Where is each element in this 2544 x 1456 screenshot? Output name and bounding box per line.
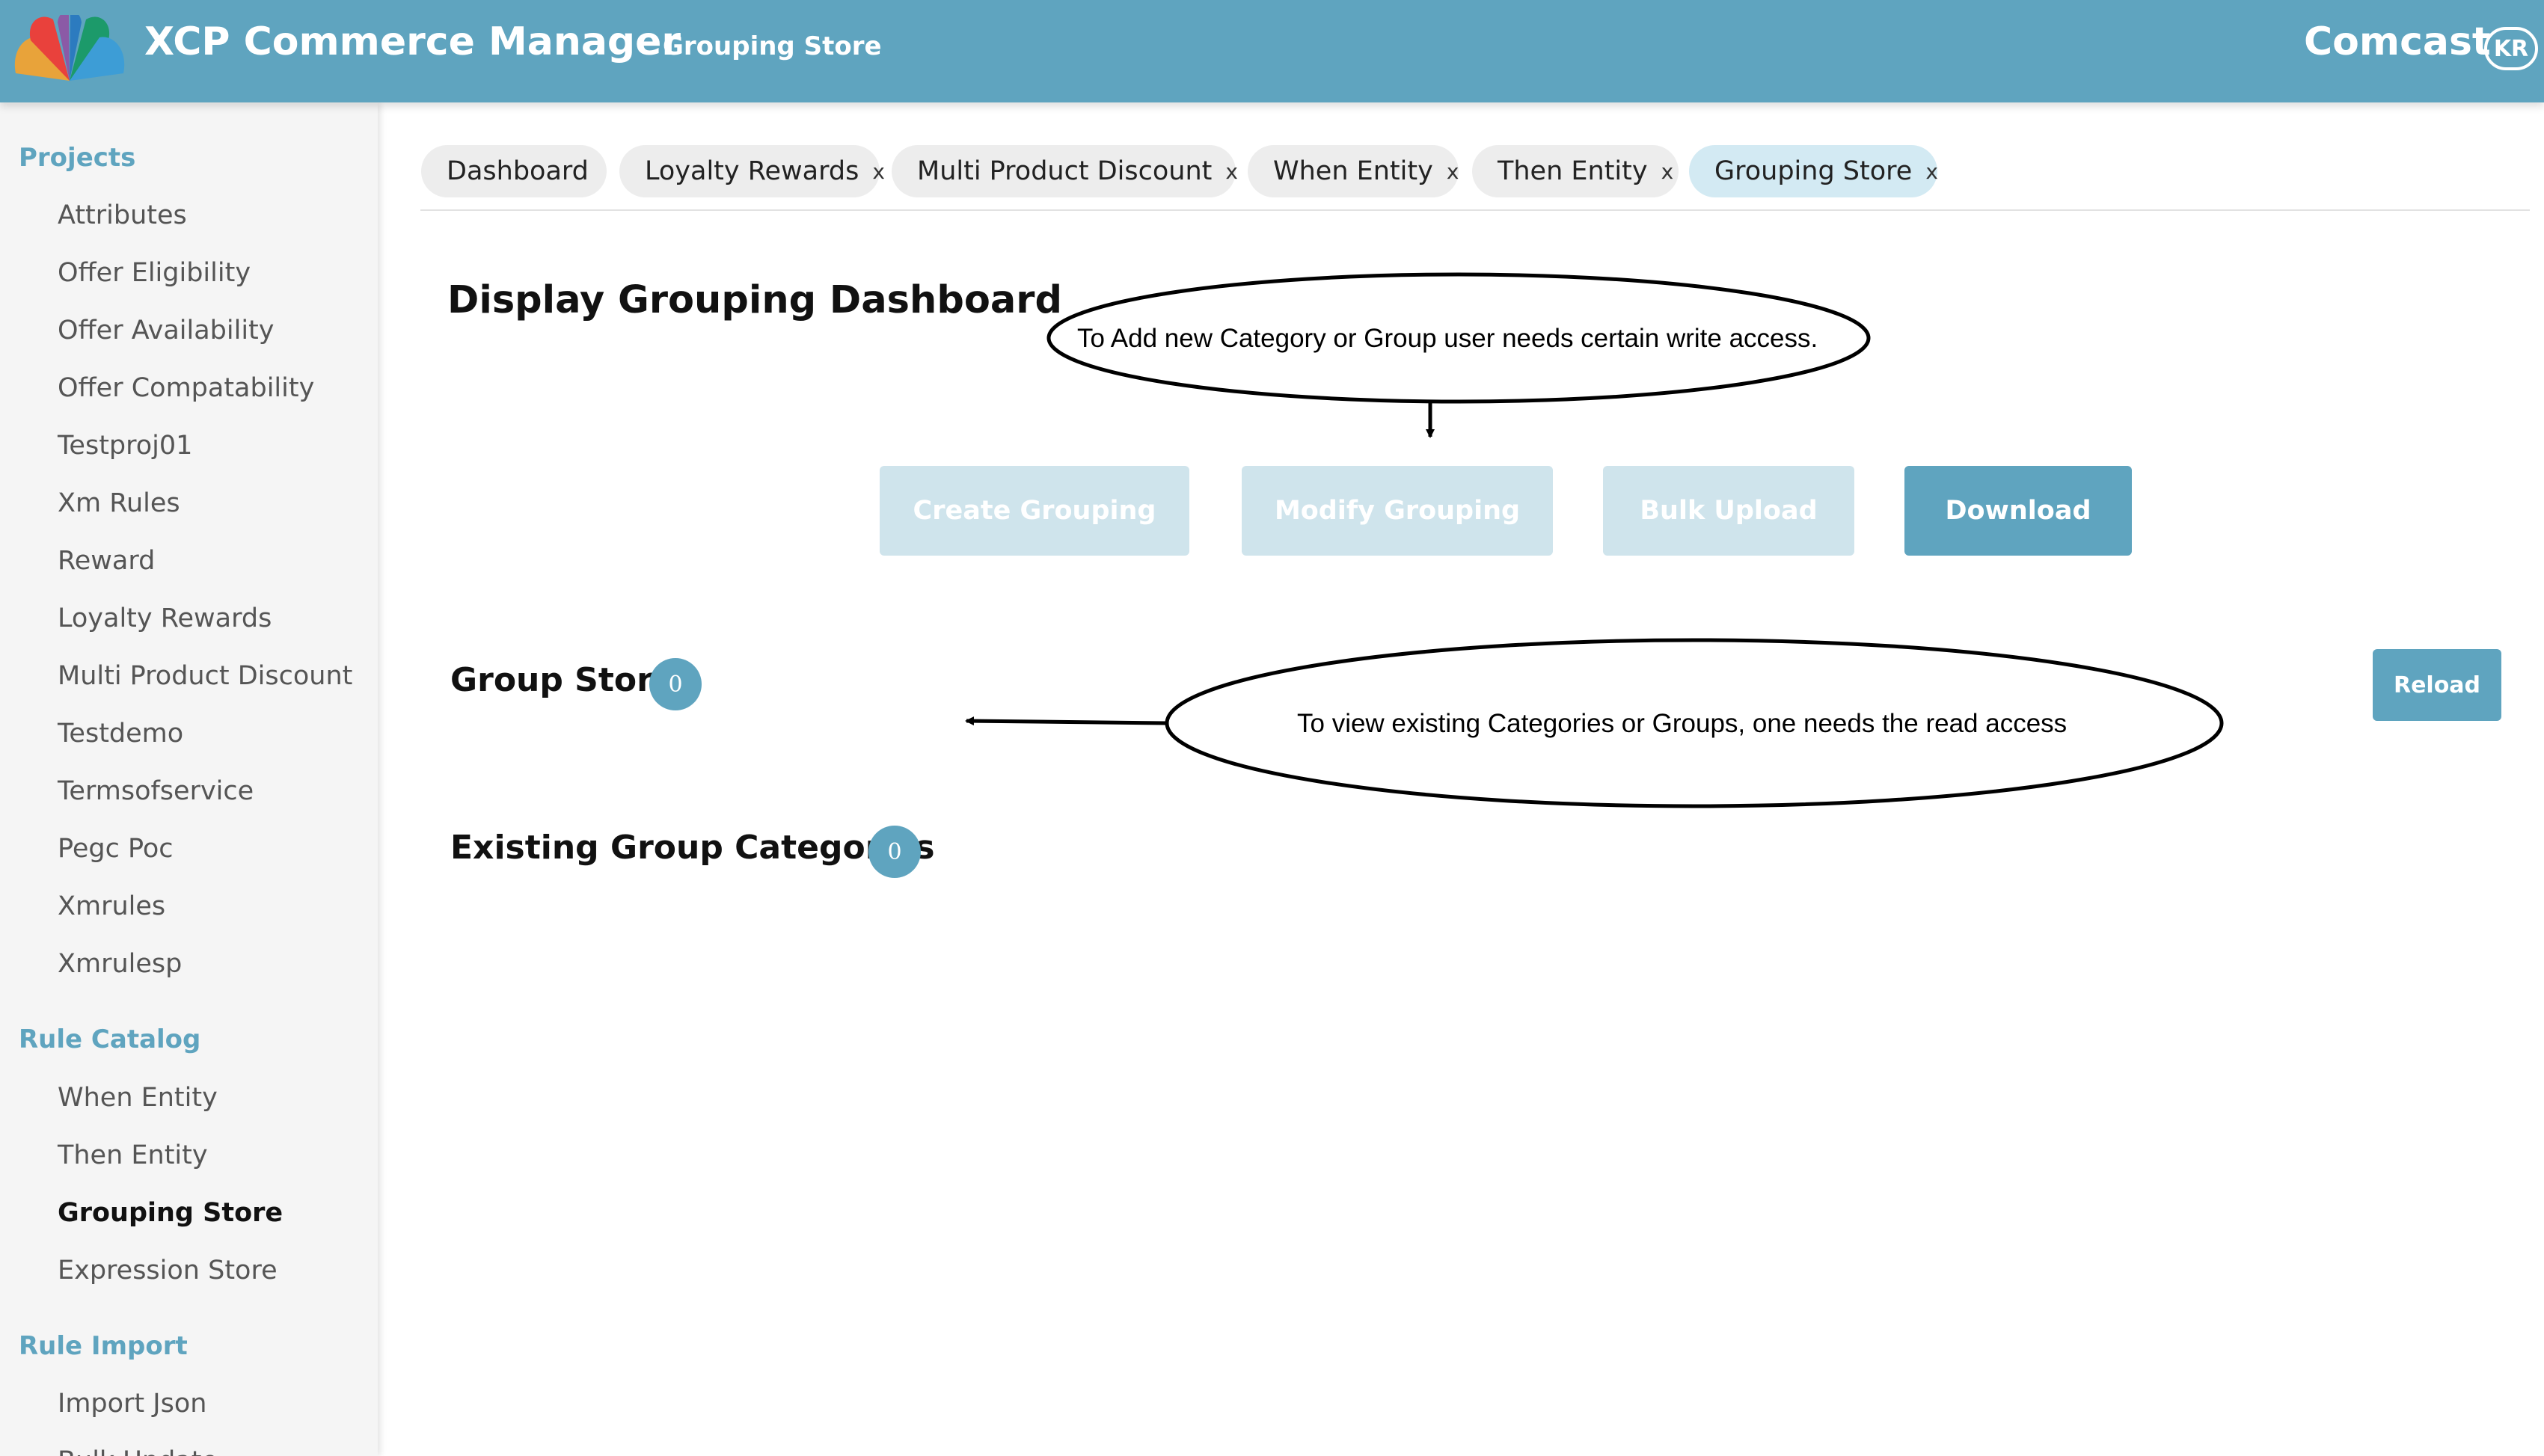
header-page-name: Grouping Store bbox=[663, 31, 882, 61]
read-access-arrow bbox=[965, 716, 1168, 726]
annotation-overlay bbox=[965, 272, 2224, 808]
app-title: XCP Commerce Manager bbox=[144, 19, 681, 64]
read-access-annotation-text: To view existing Categories or Groups, o… bbox=[1297, 709, 2068, 738]
top-header: XCP Commerce Manager Grouping Store Comc… bbox=[0, 0, 2544, 102]
peacock-logo-icon[interactable] bbox=[13, 15, 126, 82]
write-access-annotation-text: To Add new Category or Group user needs … bbox=[1077, 324, 1818, 353]
brand-name: Comcast bbox=[2304, 19, 2491, 64]
user-avatar[interactable]: KR bbox=[2484, 27, 2538, 70]
